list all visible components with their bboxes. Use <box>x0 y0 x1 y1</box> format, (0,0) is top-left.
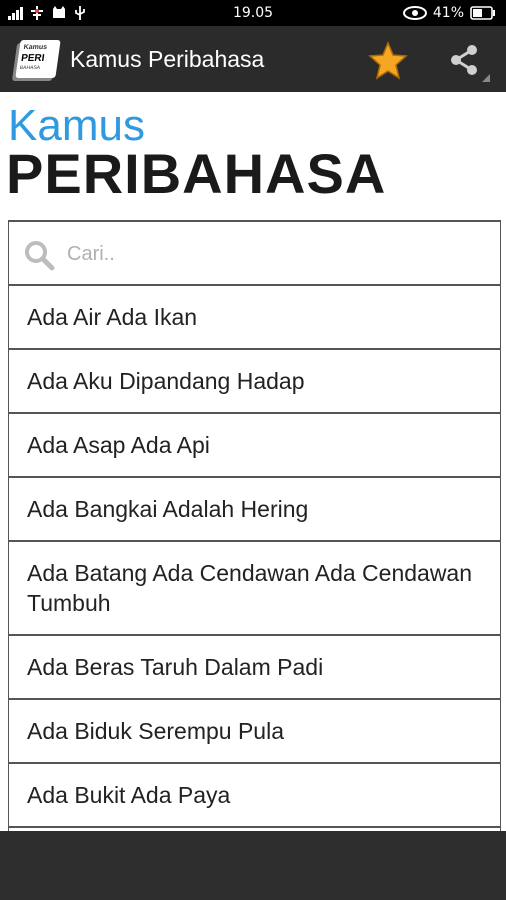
bottom-bar <box>0 831 506 900</box>
logo-text-3: BAHASA <box>19 65 41 71</box>
logo-text-1: Kamus <box>23 44 48 51</box>
header-title-big: PERIBAHASA <box>6 142 387 205</box>
list-item[interactable]: Ada Asap Ada Api <box>9 414 500 478</box>
list-item[interactable]: Ada Bangkai Adalah Hering <box>9 478 500 542</box>
battery-icon <box>470 6 495 20</box>
search-icon <box>25 241 55 271</box>
status-bar: 19.05 41% <box>0 0 506 26</box>
list-item[interactable]: Ada Air Ada Ikan <box>9 286 500 350</box>
overflow-indicator <box>482 74 490 82</box>
battery-percent: 41% <box>432 5 464 21</box>
list-item[interactable]: Ada Bukit Ada Paya <box>9 764 500 828</box>
status-icons-right: 41% <box>402 4 496 22</box>
app-title: Kamus Peribahasa <box>70 46 265 72</box>
list-item[interactable]: Ada Beras Taruh Dalam Padi <box>9 636 500 700</box>
star-icon <box>368 41 408 80</box>
list-item[interactable]: Ada Batang Ada Cendawan Ada Cendawan Tum… <box>9 542 500 636</box>
proverb-list[interactable]: Ada Air Ada Ikan Ada Aku Dipandang Hadap… <box>8 220 501 834</box>
share-icon <box>451 45 477 75</box>
eye-icon <box>402 6 427 20</box>
search-input[interactable] <box>65 238 469 270</box>
logo-text-2: PERI <box>20 53 46 64</box>
app-logo[interactable]: Kamus PERI BAHASA <box>15 40 61 78</box>
action-bar: Kamus PERI BAHASA Kamus Peribahasa <box>0 26 506 92</box>
search-bar[interactable] <box>9 222 500 286</box>
favorite-button[interactable] <box>368 40 408 80</box>
list-item[interactable]: Ada Aku Dipandang Hadap <box>9 350 500 414</box>
list-item[interactable]: Ada Biduk Serempu Pula <box>9 700 500 764</box>
